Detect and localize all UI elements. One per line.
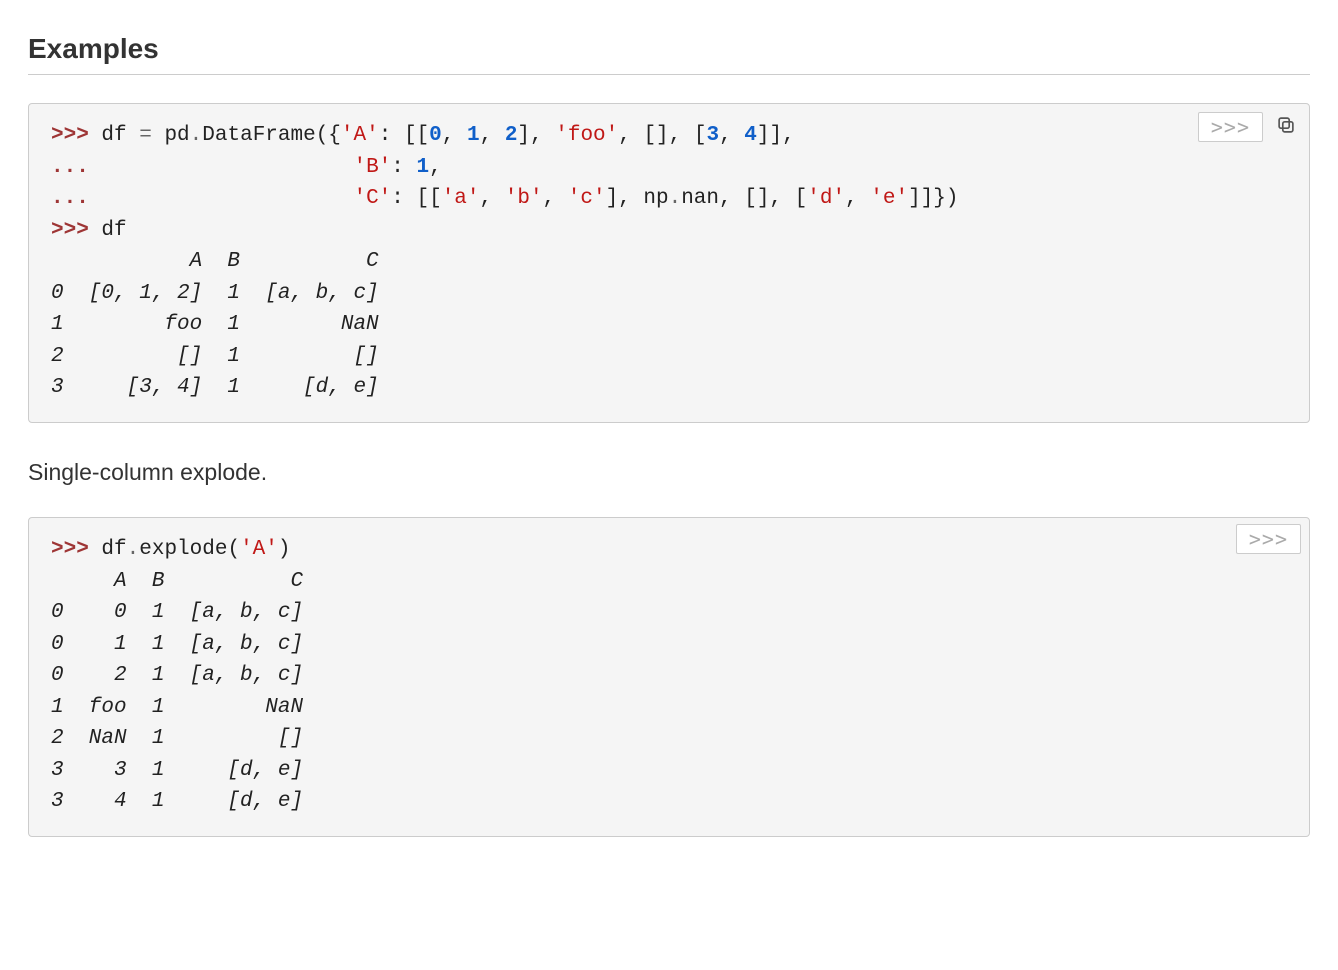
code-token: 3 bbox=[706, 124, 719, 147]
code-token: 'e' bbox=[870, 187, 908, 210]
code-token: explode bbox=[139, 538, 227, 561]
code-token: 'd' bbox=[807, 187, 845, 210]
prompt-cont: ... bbox=[51, 156, 101, 179]
code-token: df bbox=[101, 538, 126, 561]
code-token: 'b' bbox=[505, 187, 543, 210]
code-token: 'c' bbox=[568, 187, 606, 210]
code-block-1: >>> >>> df = pd.DataFrame({'A': [[0, 1, … bbox=[28, 103, 1310, 423]
code-token: 4 bbox=[744, 124, 757, 147]
prose-text: Single-column explode. bbox=[28, 455, 1310, 490]
code-block-2: >>> >>> df.explode('A') A B C 0 0 1 [a, … bbox=[28, 517, 1310, 837]
prompt: >>> bbox=[51, 124, 101, 147]
code-token: , bbox=[480, 124, 505, 147]
code-token: 'C' bbox=[353, 187, 391, 210]
code-content: >>> df = pd.DataFrame({'A': [[0, 1, 2], … bbox=[51, 120, 1287, 404]
section-heading: Examples bbox=[28, 28, 1310, 75]
code-token: 1 bbox=[417, 156, 430, 179]
code-token: , [], [ bbox=[618, 124, 706, 147]
toggle-prompts-button[interactable]: >>> bbox=[1236, 524, 1301, 554]
code-token: , bbox=[845, 187, 870, 210]
code-token: ) bbox=[278, 538, 291, 561]
code-token bbox=[101, 156, 353, 179]
code-token: ], np bbox=[606, 187, 669, 210]
code-token: ({ bbox=[316, 124, 341, 147]
code-token: df bbox=[101, 219, 126, 242]
code-token: 'A' bbox=[341, 124, 379, 147]
code-token: . bbox=[127, 538, 140, 561]
code-token: pd bbox=[164, 124, 189, 147]
code-toolbar: >>> bbox=[1198, 110, 1301, 143]
code-token: ]]}) bbox=[908, 187, 958, 210]
code-token: ]], bbox=[757, 124, 795, 147]
code-token: , bbox=[719, 124, 744, 147]
prompt: >>> bbox=[51, 219, 101, 242]
code-token: : [[ bbox=[391, 187, 441, 210]
code-token: : bbox=[391, 156, 416, 179]
copy-button[interactable] bbox=[1271, 110, 1301, 143]
code-token: 'B' bbox=[353, 156, 391, 179]
code-token: 0 bbox=[429, 124, 442, 147]
code-token: , bbox=[442, 124, 467, 147]
code-token: 'A' bbox=[240, 538, 278, 561]
code-token: . bbox=[190, 124, 203, 147]
code-token: 2 bbox=[505, 124, 518, 147]
code-token: DataFrame bbox=[202, 124, 315, 147]
prompt: >>> bbox=[51, 538, 101, 561]
code-token: , bbox=[429, 156, 442, 179]
code-token: : [[ bbox=[379, 124, 429, 147]
code-token: . bbox=[669, 187, 682, 210]
code-output: A B C 0 0 1 [a, b, c] 0 1 1 [a, b, c] 0 … bbox=[51, 570, 303, 814]
code-token: ], bbox=[517, 124, 555, 147]
code-output: A B C 0 [0, 1, 2] 1 [a, b, c] 1 foo 1 Na… bbox=[51, 250, 379, 399]
code-token: 'foo' bbox=[555, 124, 618, 147]
code-toolbar: >>> bbox=[1236, 524, 1301, 554]
code-token: df bbox=[101, 124, 139, 147]
prompt-cont: ... bbox=[51, 187, 101, 210]
code-token: 1 bbox=[467, 124, 480, 147]
code-token: , bbox=[480, 187, 505, 210]
copy-icon bbox=[1275, 114, 1297, 139]
code-token: 'a' bbox=[442, 187, 480, 210]
code-token: nan, [], [ bbox=[681, 187, 807, 210]
code-token: = bbox=[139, 124, 164, 147]
code-token bbox=[101, 187, 353, 210]
code-content: >>> df.explode('A') A B C 0 0 1 [a, b, c… bbox=[51, 534, 1287, 818]
code-token: ( bbox=[227, 538, 240, 561]
code-token: , bbox=[543, 187, 568, 210]
toggle-prompts-button[interactable]: >>> bbox=[1198, 112, 1263, 142]
